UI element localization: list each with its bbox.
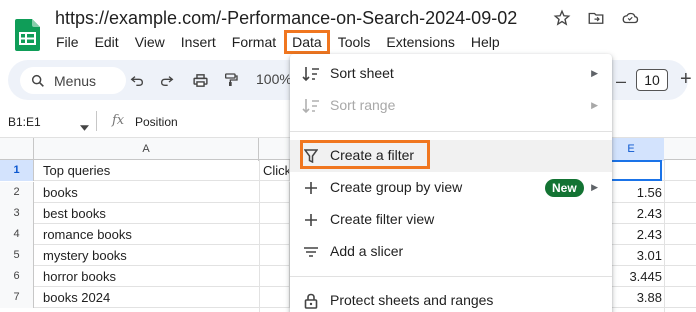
font-size-input[interactable]: 10 (636, 69, 668, 91)
sort-icon (302, 66, 320, 82)
menu-extensions[interactable]: Extensions (378, 31, 462, 53)
menu-view[interactable]: View (127, 31, 173, 53)
data-menu-dropdown: Sort sheet ▶ Sort range ▶ Create a filte… (290, 54, 612, 312)
move-to-folder-icon[interactable] (586, 8, 606, 28)
redo-icon[interactable] (158, 71, 176, 89)
plus-icon (302, 212, 320, 228)
sort-range-label: Sort range (330, 97, 396, 113)
chevron-down-icon[interactable] (80, 118, 89, 136)
menu-insert[interactable]: Insert (173, 31, 224, 53)
submenu-arrow-icon: ▶ (591, 182, 598, 192)
sort-icon (302, 98, 320, 114)
search-icon (31, 74, 44, 87)
new-badge: New (545, 179, 584, 197)
menu-item-sort-range: Sort range ▶ (290, 90, 612, 122)
star-icon[interactable] (552, 8, 572, 28)
menu-help[interactable]: Help (463, 31, 508, 53)
menu-edit[interactable]: Edit (87, 31, 127, 53)
menu-divider (290, 131, 612, 132)
row-header[interactable]: 4 (0, 224, 34, 245)
cell-b[interactable]: Click (259, 160, 290, 181)
cloud-status-icon[interactable] (620, 8, 640, 28)
menu-file[interactable]: File (48, 31, 87, 53)
create-group-view-label: Create group by view (330, 179, 463, 195)
decrease-font-size-button[interactable]: – (616, 71, 626, 92)
cell-b[interactable] (259, 182, 290, 203)
fx-icon: fx (112, 113, 125, 128)
zoom-select[interactable]: 100% (256, 71, 292, 87)
column-divider (259, 160, 260, 312)
row-header[interactable]: 6 (0, 266, 34, 287)
menu-bar: File Edit View Insert Format Data Tools … (48, 30, 508, 54)
menu-item-add-slicer[interactable]: Add a slicer (290, 236, 612, 268)
print-icon[interactable] (191, 71, 209, 89)
create-filter-highlight (300, 140, 430, 169)
column-header-a[interactable]: A (34, 138, 259, 161)
column-divider (664, 160, 665, 312)
cell-b[interactable] (259, 245, 290, 266)
cell-a[interactable]: mystery books (43, 245, 127, 266)
cell-b[interactable] (259, 224, 290, 245)
protect-sheets-label: Protect sheets and ranges (330, 292, 494, 308)
row-header[interactable]: 3 (0, 203, 34, 224)
undo-icon[interactable] (128, 71, 146, 89)
select-all-corner[interactable] (0, 138, 34, 161)
formula-bar-divider (96, 111, 97, 131)
menu-divider (290, 276, 612, 277)
paint-format-icon[interactable] (222, 71, 240, 89)
sort-sheet-label: Sort sheet (330, 65, 394, 81)
cell-b[interactable] (259, 203, 290, 224)
increase-font-size-button[interactable]: + (680, 68, 692, 91)
menu-item-create-group-view[interactable]: Create group by view New ▶ (290, 172, 612, 204)
row-header[interactable]: 5 (0, 245, 34, 266)
name-box[interactable]: B1:E1 (8, 115, 41, 129)
submenu-arrow-icon: ▶ (591, 68, 598, 78)
lock-icon (302, 293, 320, 309)
formula-input[interactable]: Position (135, 115, 178, 129)
cell-a[interactable]: Top queries (43, 160, 110, 181)
sheets-logo[interactable] (15, 19, 40, 51)
search-menus-button[interactable]: Menus (20, 67, 126, 94)
add-slicer-label: Add a slicer (330, 243, 404, 259)
row-header[interactable]: 2 (0, 182, 34, 203)
cell-b[interactable] (259, 266, 290, 287)
document-title[interactable]: https://example.com/-Performance-on-Sear… (55, 8, 517, 29)
search-menus-label: Menus (54, 72, 97, 89)
plus-icon (302, 180, 320, 196)
cell-a[interactable]: best books (43, 203, 106, 224)
row-header[interactable]: 7 (0, 287, 34, 308)
cell-a[interactable]: romance books (43, 224, 132, 245)
submenu-arrow-icon: ▶ (591, 100, 598, 110)
cell-b[interactable] (259, 287, 290, 308)
spreadsheet-window: https://example.com/-Performance-on-Sear… (0, 0, 696, 312)
menu-data[interactable]: Data (284, 30, 330, 54)
menu-format[interactable]: Format (224, 31, 284, 53)
cell-a[interactable]: horror books (43, 266, 116, 287)
cell-a[interactable]: books (43, 182, 78, 203)
menu-item-create-filter-view[interactable]: Create filter view (290, 204, 612, 236)
menu-item-sort-sheet[interactable]: Sort sheet ▶ (290, 58, 612, 90)
slicer-icon (302, 244, 320, 260)
menu-item-protect-sheets[interactable]: Protect sheets and ranges (290, 285, 612, 312)
menu-tools[interactable]: Tools (330, 31, 379, 53)
row-header[interactable]: 1 (0, 160, 34, 181)
create-filter-view-label: Create filter view (330, 211, 435, 227)
cell-a[interactable]: books 2024 (43, 287, 110, 308)
